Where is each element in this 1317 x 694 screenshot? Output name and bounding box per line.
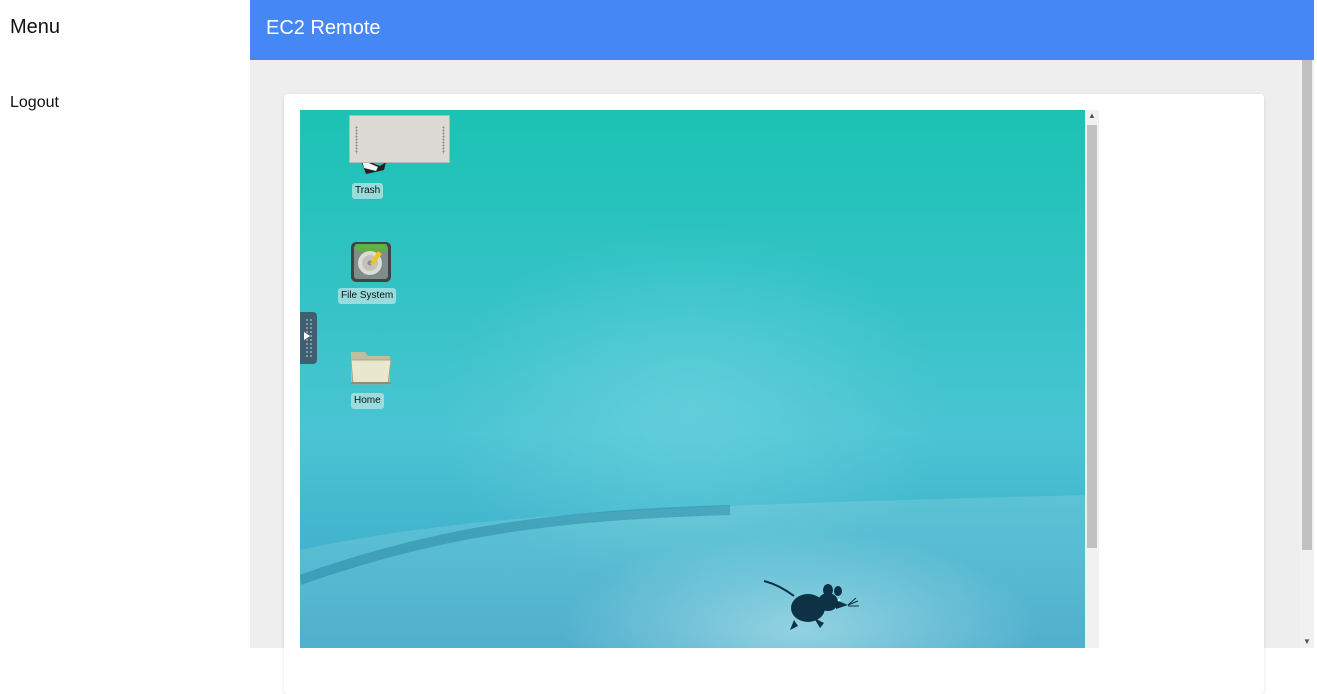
desktop-icon-label-trash[interactable]: Trash xyxy=(352,183,384,199)
folder-icon[interactable] xyxy=(348,346,394,393)
menu-title: Menu xyxy=(10,16,61,38)
page-title: EC2 Remote xyxy=(266,17,381,39)
desktop-scrollbar-thumb[interactable] xyxy=(1087,125,1097,548)
desktop-scrollbar[interactable]: ▲ xyxy=(1085,110,1099,648)
expand-arrow-icon[interactable] xyxy=(304,332,310,340)
left-grip-icon[interactable] xyxy=(355,126,358,154)
page-scrollbar-thumb[interactable] xyxy=(1302,60,1312,550)
panel-widget[interactable] xyxy=(349,115,450,163)
scroll-down-arrow-icon[interactable]: ▼ xyxy=(1303,638,1311,646)
scroll-up-arrow-icon[interactable]: ▲ xyxy=(1088,112,1096,120)
sidebar: Menu Logout xyxy=(0,0,250,648)
panel-handle[interactable] xyxy=(300,312,317,364)
app-header: EC2 Remote xyxy=(250,0,1314,60)
right-grip-icon[interactable] xyxy=(442,126,445,154)
desktop-icon-label-home[interactable]: Home xyxy=(351,393,384,409)
hard-drive-icon[interactable] xyxy=(348,239,394,290)
remote-desktop-viewport[interactable] xyxy=(300,110,1085,648)
wallpaper-wave xyxy=(300,495,1085,648)
logout-link[interactable]: Logout xyxy=(10,94,59,112)
page-scrollbar[interactable]: ▼ xyxy=(1300,60,1314,648)
xfce-mouse-logo-icon xyxy=(762,578,862,638)
desktop-icon-label-file-system[interactable]: File System xyxy=(338,288,397,304)
